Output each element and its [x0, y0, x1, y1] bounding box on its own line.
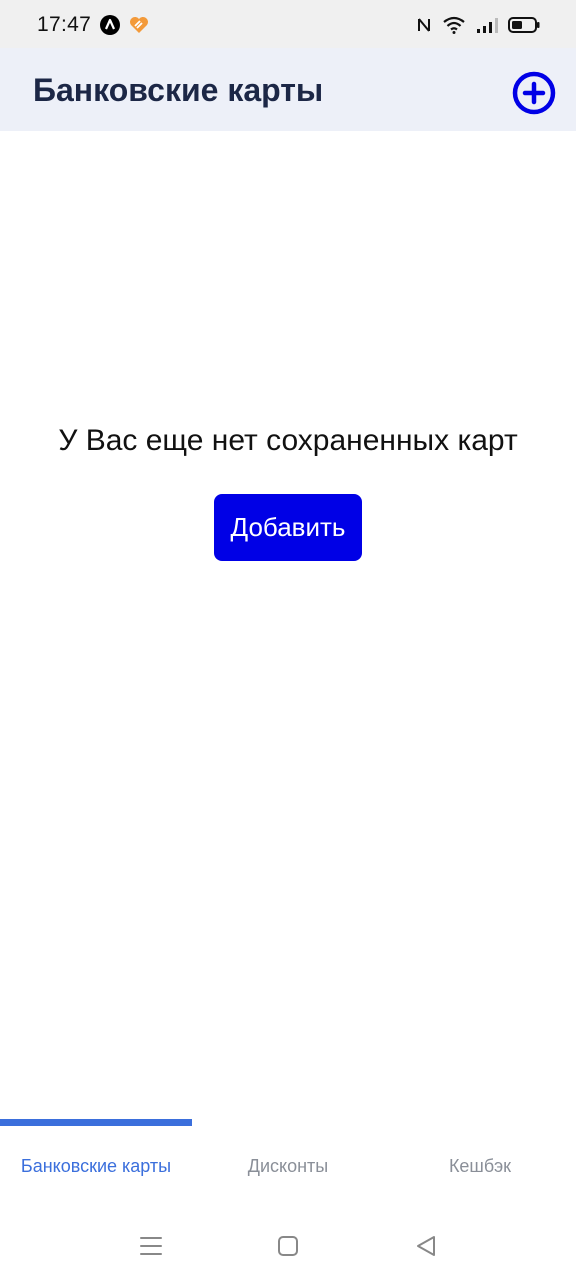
status-icons	[416, 14, 540, 36]
menu-icon[interactable]	[138, 1233, 164, 1259]
add-card-icon-button[interactable]	[511, 70, 557, 116]
battery-icon	[508, 16, 540, 34]
tab-label: Дисконты	[247, 1156, 329, 1176]
empty-state-message: У Вас еще нет сохраненных карт	[58, 424, 518, 457]
plus-circle-icon	[512, 71, 556, 115]
back-icon[interactable]	[413, 1233, 439, 1259]
tab-label: Кешбэк	[448, 1156, 512, 1176]
signal-icon	[476, 16, 498, 34]
home-icon[interactable]	[275, 1233, 301, 1259]
status-bar: 17:47	[0, 0, 576, 48]
tab-discounts[interactable]: Дисконты	[192, 1119, 384, 1209]
nfc-icon	[416, 16, 432, 34]
wifi-icon	[442, 16, 466, 34]
tab-active-indicator	[0, 1119, 192, 1126]
app-notification-icon	[100, 15, 120, 35]
status-time: 17:47	[37, 13, 92, 36]
heart-app-icon	[128, 14, 150, 36]
tab-bank-cards[interactable]: Банковские карты	[0, 1119, 192, 1209]
bottom-tab-bar: Банковские карты Дисконты Кешбэк	[0, 1119, 576, 1209]
system-nav-bar	[0, 1209, 576, 1280]
add-card-button[interactable]: Добавить	[214, 494, 362, 561]
app-bar: Банковские карты	[0, 48, 576, 131]
tab-cashback[interactable]: Кешбэк	[384, 1119, 576, 1209]
page-title: Банковские карты	[33, 72, 324, 108]
tab-label: Банковские карты	[20, 1156, 172, 1176]
